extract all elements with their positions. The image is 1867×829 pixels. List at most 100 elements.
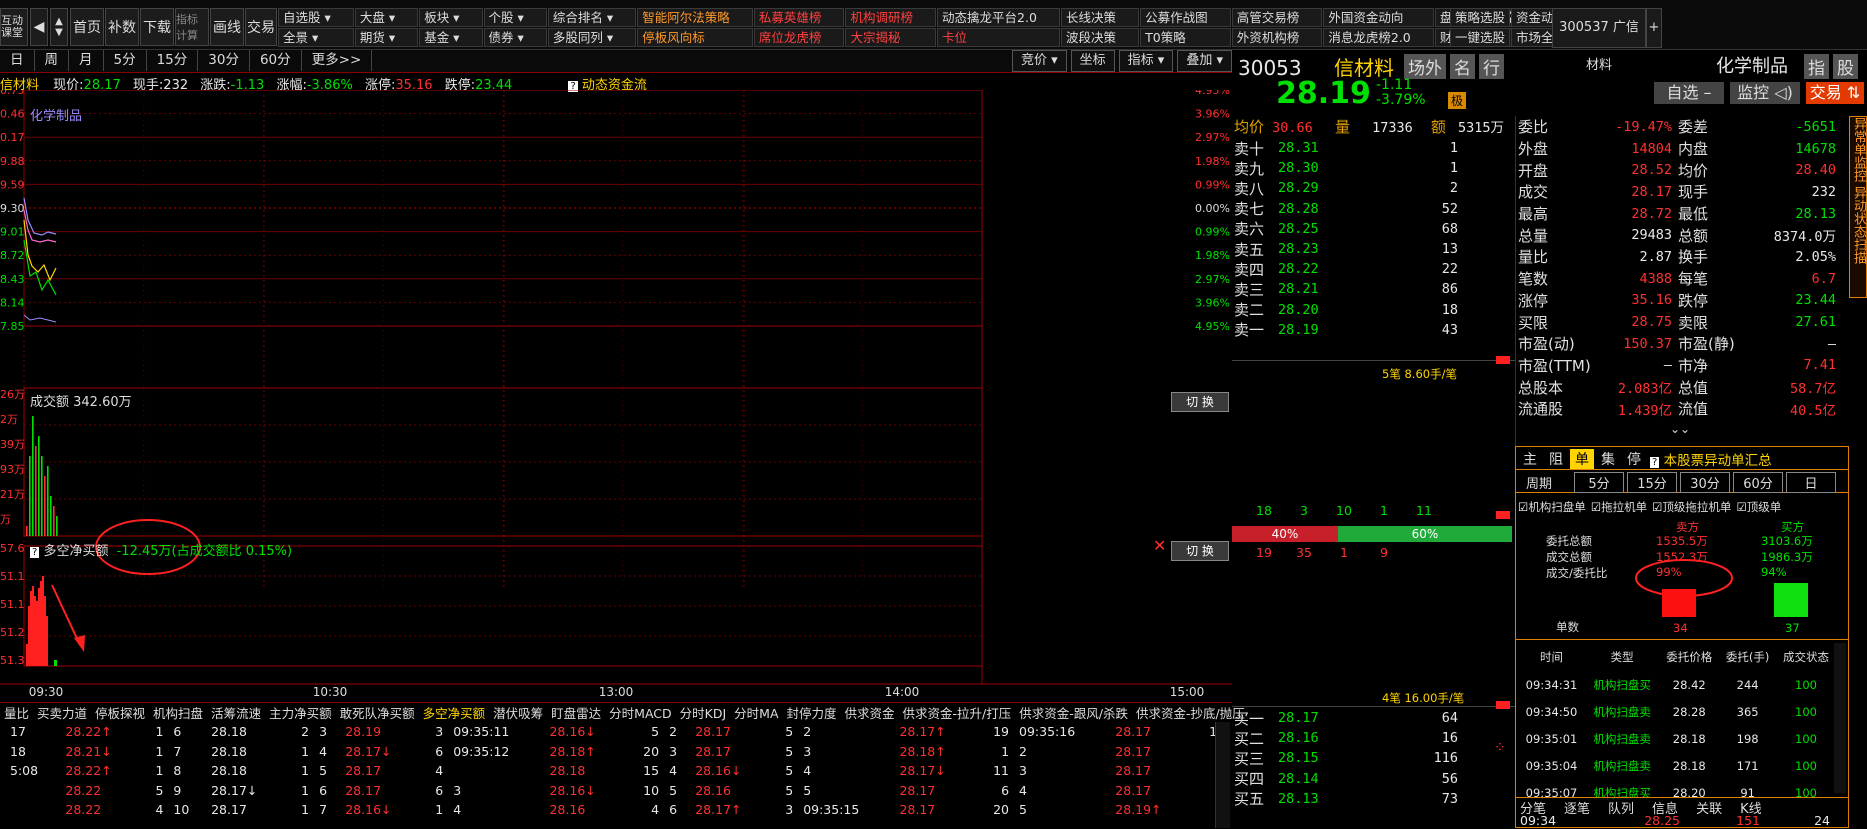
- period-tab[interactable]: 周: [35, 50, 69, 71]
- grid-dots-icon[interactable]: ⁘: [1494, 740, 1512, 758]
- indicator-tab[interactable]: 供求资金: [841, 703, 899, 722]
- indicator-tab[interactable]: 机构扫盘: [149, 703, 207, 722]
- period-tab[interactable]: 月: [69, 50, 104, 71]
- period-tab[interactable]: 60分: [250, 50, 302, 71]
- period-tab[interactable]: 更多>>: [302, 50, 373, 71]
- orderbook-row[interactable]: 卖四 28.22 22: [1234, 259, 1474, 279]
- back-arrow-icon[interactable]: ◀: [30, 8, 48, 46]
- menu-item[interactable]: 综合排名 ▾: [547, 8, 637, 27]
- table-scrollbar[interactable]: [1215, 722, 1230, 828]
- menu-item[interactable]: 私募英雄榜: [753, 8, 845, 27]
- indicator-calc-button[interactable]: 指标计算: [175, 8, 209, 46]
- menu-item[interactable]: 多股同列 ▾: [547, 28, 637, 47]
- orderbook-row[interactable]: 卖二 28.20 18: [1234, 300, 1474, 320]
- switch-button-net[interactable]: 切 换: [1171, 541, 1229, 561]
- period-option[interactable]: 60分: [1733, 472, 1783, 493]
- one-key-pick-button[interactable]: 一键选股: [1450, 28, 1511, 47]
- menu-item[interactable]: 机构调研榜: [845, 8, 937, 27]
- indicator-tab[interactable]: 主力净买额: [265, 703, 336, 722]
- abnormal-tab[interactable]: 集: [1596, 449, 1620, 469]
- menu-item[interactable]: 外国资金动向: [1323, 8, 1434, 27]
- menu-item[interactable]: 高管交易榜: [1231, 8, 1323, 27]
- table-row[interactable]: 09:35:01 机构扫盘卖 28.18 198 100: [1518, 725, 1836, 752]
- side-monitor-strip[interactable]: 异常单监控 异动状态扫描: [1849, 116, 1867, 298]
- indicator-tab[interactable]: 分时MA: [730, 703, 782, 722]
- indicator-tab[interactable]: 停板探视: [91, 703, 149, 722]
- menu-item[interactable]: 个股 ▾: [483, 8, 547, 27]
- supplement-data-button[interactable]: 补数: [105, 8, 139, 46]
- menu-item[interactable]: T0策略: [1140, 28, 1231, 47]
- menu-item[interactable]: 长线决策: [1061, 8, 1140, 27]
- menu-item[interactable]: 波段决策: [1061, 28, 1140, 47]
- chart-tool-button[interactable]: 叠加 ▾: [1177, 50, 1232, 72]
- stock-tag[interactable]: 股: [1833, 54, 1858, 79]
- ticker-tab[interactable]: 关联: [1692, 798, 1726, 817]
- menu-item[interactable]: 自选股 ▾: [278, 8, 354, 27]
- draw-line-button[interactable]: 画线: [210, 8, 244, 46]
- name-tag[interactable]: 名: [1450, 54, 1475, 79]
- intraday-chart[interactable]: 0.75 0.46 0.17 9.88 9.59 9.30 9.01 8.72 8.43 8.14…: [0, 90, 1232, 710]
- indicator-tab[interactable]: 供求资金-跟风/杀跌: [1015, 703, 1132, 722]
- abnormal-tab[interactable]: 单: [1570, 449, 1594, 469]
- menu-item[interactable]: 基金 ▾: [419, 28, 483, 47]
- indicator-tab[interactable]: 分时MACD: [605, 703, 675, 722]
- scroll-up-icon-2[interactable]: [1496, 701, 1510, 709]
- orderbook-row[interactable]: 卖七 28.28 52: [1234, 199, 1474, 219]
- period-option[interactable]: 30分: [1680, 472, 1730, 493]
- period-tab[interactable]: 日: [0, 50, 35, 71]
- menu-item[interactable]: 卡位: [937, 28, 1061, 47]
- up-down-arrows-icon[interactable]: ▲ ▼: [50, 8, 68, 46]
- ticker-tab[interactable]: 逐笔: [1560, 798, 1594, 817]
- scroll-down-icon[interactable]: [1496, 511, 1510, 519]
- orderbook-row[interactable]: 卖六 28.25 68: [1234, 219, 1474, 239]
- indicator-tab[interactable]: 多空净买额: [419, 703, 490, 722]
- interactive-class-button[interactable]: 互动课堂: [0, 8, 28, 46]
- menu-item[interactable]: 动态擒龙平台2.0: [937, 8, 1061, 27]
- abnormal-tab[interactable]: 阻: [1544, 449, 1568, 469]
- close-icon[interactable]: ✕: [1153, 536, 1166, 555]
- filter-checkbox[interactable]: ☑顶级拖拉机单: [1652, 499, 1731, 515]
- menu-item[interactable]: 期货 ▾: [354, 28, 419, 47]
- ticker-tab[interactable]: 队列: [1604, 798, 1638, 817]
- period-tab[interactable]: 15分: [147, 50, 199, 71]
- menu-item[interactable]: 消息龙虎榜2.0: [1323, 28, 1434, 47]
- ticker-tab[interactable]: 信息: [1648, 798, 1682, 817]
- menu-item[interactable]: 席位龙虎榜: [753, 28, 845, 47]
- home-button[interactable]: 首页: [70, 8, 104, 46]
- orderbook-row[interactable]: 买一 28.17 64: [1234, 708, 1474, 728]
- orderbook-row[interactable]: 买四 28.14 56: [1234, 769, 1474, 789]
- detail-scrollbar[interactable]: [1834, 643, 1846, 793]
- ticker-tab[interactable]: 分笔: [1516, 798, 1550, 817]
- menu-item[interactable]: 大盘 ▾: [354, 8, 419, 27]
- period-option[interactable]: 日: [1786, 472, 1836, 493]
- switch-button-volume[interactable]: 切 换: [1171, 392, 1229, 412]
- orderbook-row[interactable]: 卖一 28.19 43: [1234, 320, 1474, 340]
- strategy-pick-button[interactable]: 策略选股: [1450, 8, 1511, 27]
- industry-tag[interactable]: 行: [1479, 54, 1504, 79]
- menu-item[interactable]: 智能阿尔法策略: [637, 8, 753, 27]
- menu-item[interactable]: 外资机构榜: [1231, 28, 1323, 47]
- menu-item[interactable]: 停板风向标: [637, 28, 753, 47]
- indicator-tab[interactable]: 分时KDJ: [676, 703, 731, 722]
- menu-item[interactable]: 板块 ▾: [419, 8, 483, 27]
- period-option[interactable]: 5分: [1574, 472, 1624, 493]
- menu-item[interactable]: 大宗揭秘: [845, 28, 937, 47]
- index-tag[interactable]: 指: [1804, 54, 1829, 79]
- period-tab[interactable]: 5分: [104, 50, 147, 71]
- indicator-tab[interactable]: 量比: [0, 703, 33, 722]
- orderbook-row[interactable]: 卖九 28.30 1: [1234, 158, 1474, 178]
- chart-tool-button[interactable]: 竞价 ▾: [1011, 50, 1067, 72]
- otc-tag[interactable]: 场外: [1404, 54, 1446, 79]
- orderbook-row[interactable]: 买二 28.16 16: [1234, 728, 1474, 748]
- chart-tool-button[interactable]: 指标 ▾: [1118, 50, 1174, 72]
- menu-item[interactable]: 全景 ▾: [278, 28, 354, 47]
- chart-tool-button[interactable]: 坐标: [1070, 50, 1115, 72]
- indicator-tab[interactable]: 敢死队净买额: [336, 703, 419, 722]
- indicator-tab[interactable]: 封停力度: [783, 703, 841, 722]
- orderbook-row[interactable]: 卖八 28.29 2: [1234, 178, 1474, 198]
- period-option[interactable]: 15分: [1627, 472, 1677, 493]
- ticker-tab[interactable]: K线: [1736, 798, 1766, 817]
- table-row[interactable]: 09:35:04 机构扫盘卖 28.18 171 100: [1518, 752, 1836, 779]
- filter-checkbox[interactable]: ☑顶级单: [1736, 499, 1781, 515]
- abnormal-tab[interactable]: 停: [1622, 449, 1646, 469]
